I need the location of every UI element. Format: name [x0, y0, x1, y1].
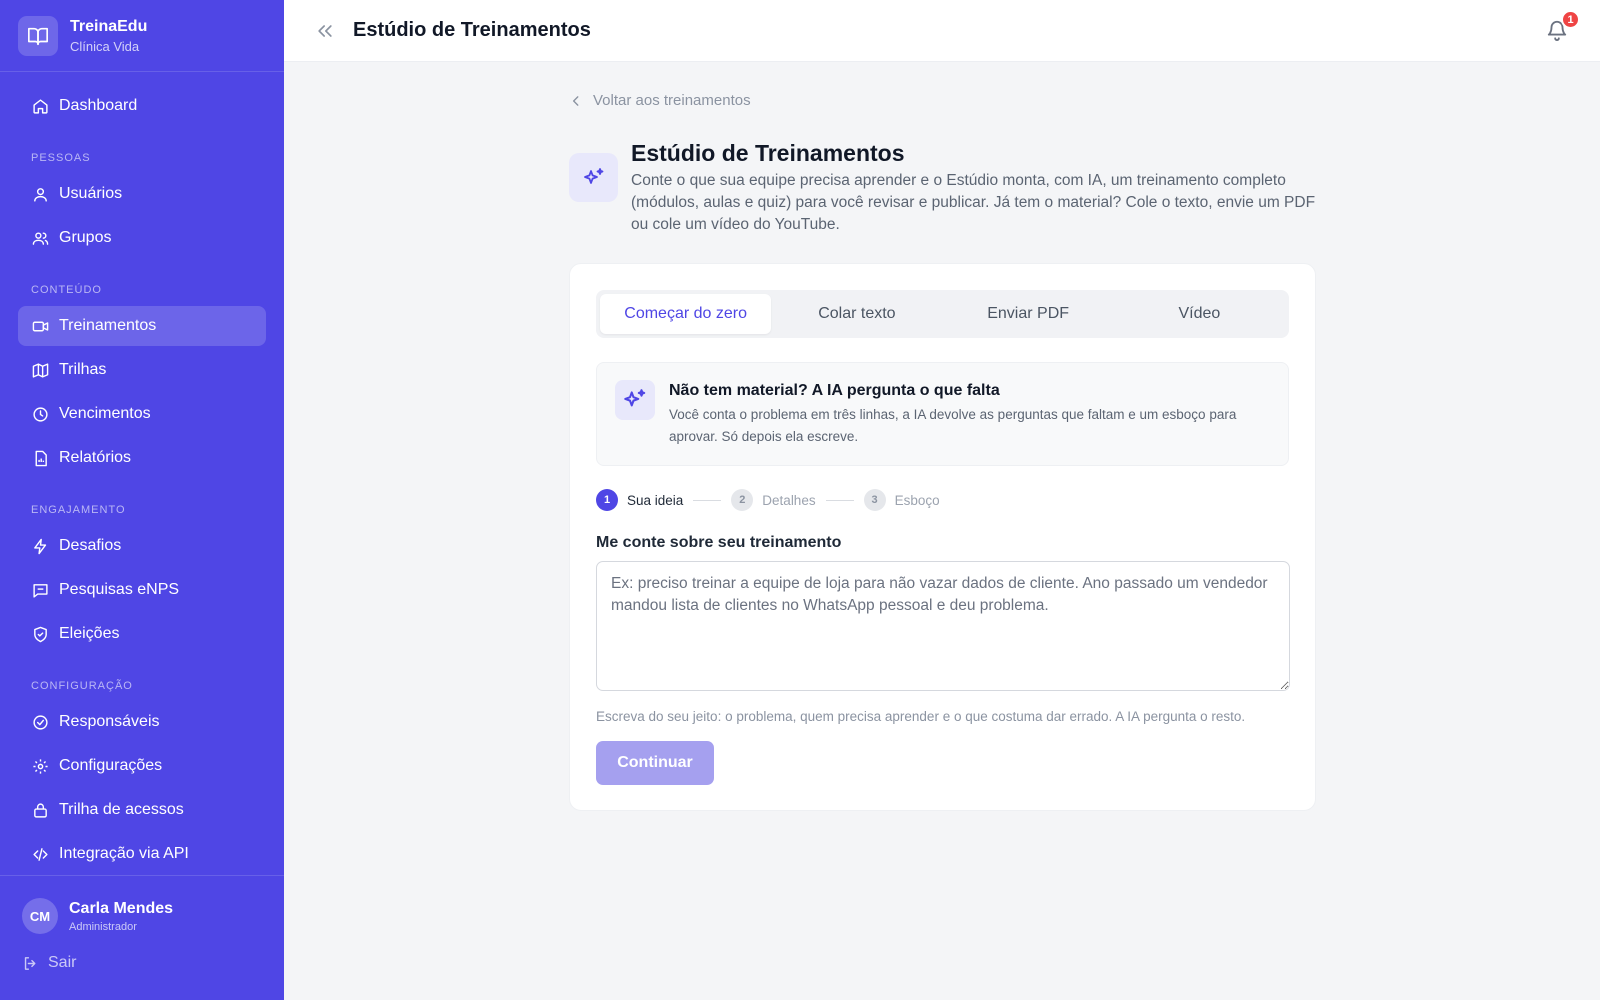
- sidebar-item-relatorios[interactable]: Relatórios: [18, 438, 266, 478]
- input-hint: Escreva do seu jeito: o problema, quem p…: [596, 709, 1246, 724]
- sidebar-item-label: Integração via API: [59, 845, 189, 862]
- sidebar: TreinaEdu Clínica Vida Dashboard PESSOAS…: [0, 0, 284, 1000]
- gear-icon: [31, 757, 49, 775]
- user-role: Administrador: [69, 920, 137, 933]
- sparkles-icon: [569, 153, 618, 202]
- sidebar-item-label: Grupos: [59, 229, 112, 246]
- section-conteudo: CONTEÚDO: [31, 284, 102, 296]
- info-box: Não tem material? A IA pergunta o que fa…: [596, 362, 1289, 466]
- code-icon: [31, 845, 49, 863]
- sidebar-item-label: Vencimentos: [59, 405, 151, 422]
- sidebar-item-label: Desafios: [59, 537, 122, 554]
- avatar: CM: [22, 898, 58, 934]
- tab-enviar-pdf[interactable]: Enviar PDF: [943, 294, 1114, 334]
- sidebar-item-trilha-acessos[interactable]: Trilha de acessos: [18, 790, 266, 830]
- lock-icon: [31, 801, 49, 819]
- logout-button[interactable]: Sair: [0, 954, 284, 972]
- sidebar-item-label: Dashboard: [59, 97, 138, 114]
- notification-badge: 1: [1561, 10, 1580, 29]
- hero: Estúdio de Treinamentos Conte o que sua …: [569, 140, 1316, 236]
- step-divider: [825, 499, 854, 501]
- step-3-number: 3: [863, 489, 886, 511]
- map-icon: [31, 361, 49, 379]
- training-description-input[interactable]: [596, 561, 1290, 691]
- step-divider: [693, 499, 722, 501]
- info-description: Você conta o problema em três linhas, a …: [669, 407, 1237, 444]
- back-link-label: Voltar aos treinamentos: [593, 92, 751, 109]
- shield-check-icon: [31, 625, 49, 643]
- sidebar-item-trilhas[interactable]: Trilhas: [18, 350, 266, 390]
- tab-colar-texto[interactable]: Colar texto: [771, 294, 942, 334]
- sidebar-item-label: Configurações: [59, 757, 163, 774]
- logout-label: Sair: [48, 954, 77, 971]
- sidebar-item-label: Pesquisas eNPS: [59, 581, 180, 598]
- sidebar-item-label: Eleições: [59, 625, 120, 642]
- sidebar-item-label: Trilhas: [59, 361, 107, 378]
- main-content: Voltar aos treinamentos Estúdio de Trein…: [569, 62, 1316, 811]
- message-icon: [31, 581, 49, 599]
- check-circle-icon: [31, 713, 49, 731]
- report-icon: [31, 449, 49, 467]
- logout-icon: [22, 955, 39, 972]
- continue-button[interactable]: Continuar: [596, 741, 714, 785]
- sidebar-item-configuracoes[interactable]: Configurações: [18, 746, 266, 786]
- sidebar-item-responsaveis[interactable]: Responsáveis: [18, 702, 266, 742]
- hero-description: Conte o que sua equipe precisa aprender …: [631, 172, 1316, 233]
- step-2-number: 2: [731, 489, 754, 511]
- clock-icon: [31, 405, 49, 423]
- topbar: Estúdio de Treinamentos 1: [284, 0, 1600, 62]
- sparkles-icon: [615, 380, 655, 420]
- page-title: Estúdio de Treinamentos: [353, 19, 591, 41]
- back-link[interactable]: Voltar aos treinamentos: [569, 92, 1316, 109]
- user-name: Carla Mendes: [69, 899, 174, 917]
- sidebar-item-label: Relatórios: [59, 449, 132, 466]
- sidebar-item-pesquisas[interactable]: Pesquisas eNPS: [18, 570, 266, 610]
- tab-video[interactable]: Vídeo: [1114, 294, 1285, 334]
- step-1-label: Sua ideia: [627, 492, 684, 508]
- chevron-left-icon: [569, 94, 583, 108]
- sidebar-nav: Dashboard PESSOAS Usuários Grupos CONTEÚ…: [0, 72, 284, 874]
- book-open-icon: [18, 15, 58, 56]
- user-profile[interactable]: CM Carla Mendes Administrador: [0, 876, 284, 934]
- sidebar-item-dashboard[interactable]: Dashboard: [18, 86, 266, 126]
- sidebar-item-eleicoes[interactable]: Eleições: [18, 614, 266, 654]
- brand[interactable]: TreinaEdu Clínica Vida: [0, 0, 284, 72]
- user-icon: [31, 185, 49, 203]
- zap-icon: [31, 537, 49, 555]
- description-label: Me conte sobre seu treinamento: [596, 534, 842, 551]
- video-icon: [31, 317, 49, 335]
- tab-comecar-do-zero[interactable]: Começar do zero: [600, 294, 772, 334]
- notifications-button[interactable]: 1: [1546, 10, 1580, 43]
- section-pessoas: PESSOAS: [31, 152, 91, 164]
- sidebar-item-label: Usuários: [59, 185, 123, 202]
- sidebar-item-api[interactable]: Integração via API: [18, 834, 266, 874]
- section-configuracao: CONFIGURAÇÃO: [31, 680, 133, 692]
- sidebar-item-treinamentos[interactable]: Treinamentos: [18, 306, 266, 346]
- sidebar-item-grupos[interactable]: Grupos: [18, 218, 266, 258]
- section-engajamento: ENGAJAMENTO: [31, 504, 126, 516]
- chevrons-left-icon: [318, 24, 332, 37]
- step-2-label: Detalhes: [762, 492, 816, 508]
- stepper: 1 Sua ideia 2 Detalhes 3 Esboço: [596, 489, 1289, 511]
- sidebar-item-label: Treinamentos: [59, 317, 157, 334]
- sidebar-item-label: Responsáveis: [59, 713, 160, 730]
- brand-name: TreinaEdu: [70, 17, 148, 35]
- user-panel: CM Carla Mendes Administrador Sair: [0, 875, 284, 1000]
- users-icon: [31, 229, 49, 247]
- collapse-sidebar-button[interactable]: [311, 17, 339, 45]
- sidebar-item-vencimentos[interactable]: Vencimentos: [18, 394, 266, 434]
- source-tabs: Começar do zero Colar texto Enviar PDF V…: [596, 290, 1289, 338]
- home-icon: [31, 97, 49, 115]
- sidebar-item-label: Trilha de acessos: [59, 801, 184, 818]
- sidebar-item-desafios[interactable]: Desafios: [18, 526, 266, 566]
- studio-card: Começar do zero Colar texto Enviar PDF V…: [569, 263, 1316, 811]
- info-title: Não tem material? A IA pergunta o que fa…: [669, 382, 1000, 399]
- step-1-number: 1: [596, 489, 618, 511]
- sidebar-item-usuarios[interactable]: Usuários: [18, 174, 266, 214]
- hero-title: Estúdio de Treinamentos: [631, 140, 905, 166]
- step-3-label: Esboço: [894, 492, 940, 508]
- brand-subtitle: Clínica Vida: [70, 38, 140, 54]
